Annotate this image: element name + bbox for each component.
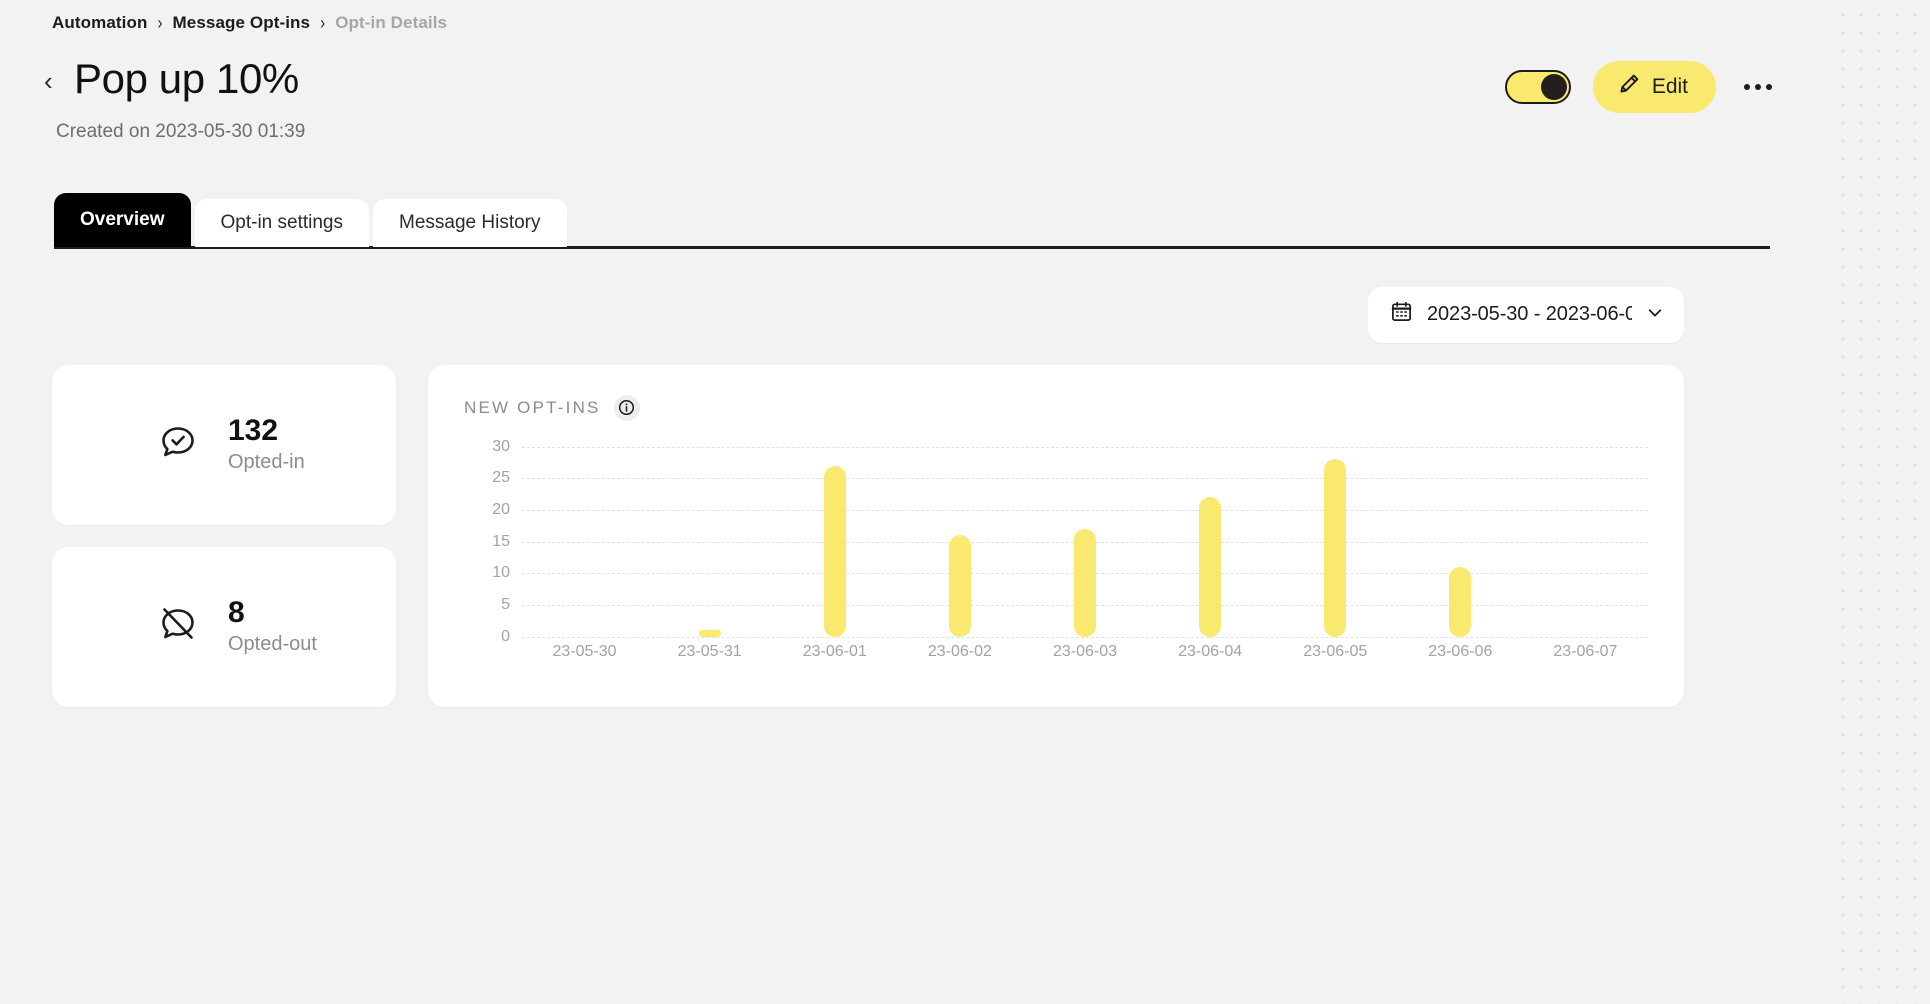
created-on-text: Created on 2023-05-30 01:39: [56, 121, 1778, 143]
speech-bubble-check-icon: [156, 420, 200, 469]
breadcrumb-item-message-opt-ins[interactable]: Message Opt-ins: [173, 13, 311, 33]
stat-value-opted-in: 132: [228, 415, 305, 447]
ellipsis-icon[interactable]: [1738, 76, 1778, 98]
chart-bar[interactable]: [1449, 567, 1471, 637]
gridline: [522, 637, 1648, 638]
tab-overview[interactable]: Overview: [54, 193, 191, 247]
x-axis-tick: 23-06-05: [1273, 643, 1398, 661]
header-actions: Edit: [1505, 61, 1778, 113]
bar-slot[interactable]: [522, 447, 647, 637]
edit-button[interactable]: Edit: [1593, 61, 1716, 113]
stat-label-opted-in: Opted-in: [228, 451, 305, 474]
y-axis-tick: 30: [492, 438, 510, 456]
calendar-icon: [1390, 300, 1413, 329]
new-opt-ins-chart-card: NEW OPT-INS 30 25 20 15 10 5 0 23-05-3023-05-3…: [428, 365, 1684, 707]
y-axis-tick: 5: [501, 596, 510, 614]
chevron-down-icon: [1646, 304, 1664, 326]
edit-button-label: Edit: [1652, 75, 1688, 99]
x-axis-tick: 23-05-30: [522, 643, 647, 661]
pencil-icon: [1617, 72, 1641, 102]
y-axis-tick: 10: [492, 564, 510, 582]
stat-label-opted-out: Opted-out: [228, 633, 317, 656]
bar-slot[interactable]: [647, 447, 772, 637]
ellipsis-dot: [1755, 84, 1761, 90]
tab-opt-in-settings[interactable]: Opt-in settings: [195, 199, 370, 247]
page-title: Pop up 10%: [74, 55, 299, 102]
bar-chart-plot: 302520151050 23-05-3023-05-3123-06-0123-…: [470, 447, 1648, 637]
ellipsis-dot: [1766, 84, 1772, 90]
stat-card-opted-out: 8 Opted-out: [52, 547, 396, 707]
chart-bar[interactable]: [1199, 497, 1221, 636]
chart-bar[interactable]: [1324, 459, 1346, 636]
x-axis-tick: 23-06-02: [897, 643, 1022, 661]
page-root: Automation › Message Opt-ins › Opt-in De…: [0, 0, 1830, 1004]
bar-slot[interactable]: [772, 447, 897, 637]
bar-slot[interactable]: [1022, 447, 1147, 637]
x-axis-tick: 23-06-01: [772, 643, 897, 661]
x-axis-tick: 23-06-03: [1022, 643, 1147, 661]
stat-value-opted-out: 8: [228, 597, 317, 629]
stats-column: 132 Opted-in 8 Opted-out: [52, 365, 396, 707]
y-axis-labels: 302520151050: [470, 447, 510, 637]
chevron-left-icon[interactable]: ‹: [44, 55, 70, 107]
tabs-container: Overview Opt-in settings Message History: [54, 193, 1770, 249]
chart-title: NEW OPT-INS: [464, 398, 601, 418]
x-axis-tick: 23-06-06: [1398, 643, 1523, 661]
ellipsis-dot: [1744, 84, 1750, 90]
x-axis-labels: 23-05-3023-05-3123-06-0123-06-0223-06-03…: [522, 643, 1648, 661]
y-axis-tick: 25: [492, 469, 510, 487]
info-circle-icon[interactable]: [614, 395, 640, 421]
chart-bar[interactable]: [699, 630, 721, 636]
y-axis-tick: 0: [501, 628, 510, 646]
decorative-dot-pattern: [1830, 0, 1930, 1004]
stat-card-opted-in: 132 Opted-in: [52, 365, 396, 525]
date-range-value: 2023-05-30 - 2023-06-0: [1427, 303, 1632, 326]
tab-opt-in-settings-label: Opt-in settings: [221, 212, 344, 234]
title-row: ‹ Pop up 10% Edit: [52, 55, 1778, 111]
y-axis-tick: 15: [492, 533, 510, 551]
chart-bar[interactable]: [1074, 529, 1096, 637]
status-toggle[interactable]: [1505, 70, 1571, 104]
datepicker-row: 2023-05-30 - 2023-06-0: [52, 287, 1778, 343]
breadcrumb-separator-icon: ›: [157, 12, 162, 33]
chart-bars: [522, 447, 1648, 637]
tab-message-history-label: Message History: [399, 212, 541, 234]
date-range-picker[interactable]: 2023-05-30 - 2023-06-0: [1368, 287, 1684, 343]
speech-bubble-slash-icon: [156, 602, 200, 651]
bar-slot[interactable]: [1523, 447, 1648, 637]
breadcrumb-item-opt-in-details: Opt-in Details: [335, 13, 447, 33]
tab-message-history[interactable]: Message History: [373, 199, 567, 247]
x-axis-tick: 23-06-04: [1148, 643, 1273, 661]
x-axis-tick: 23-06-07: [1523, 643, 1648, 661]
bar-slot[interactable]: [1148, 447, 1273, 637]
stat-text-group: 132 Opted-in: [228, 415, 305, 475]
chart-header: NEW OPT-INS: [464, 395, 1648, 421]
breadcrumb: Automation › Message Opt-ins › Opt-in De…: [52, 0, 1778, 33]
breadcrumb-item-automation[interactable]: Automation: [52, 13, 147, 33]
chart-bar[interactable]: [824, 466, 846, 637]
x-axis-tick: 23-05-31: [647, 643, 772, 661]
breadcrumb-separator-icon: ›: [320, 12, 325, 33]
bar-slot[interactable]: [1398, 447, 1523, 637]
toggle-knob: [1541, 74, 1567, 100]
chart-bar[interactable]: [949, 535, 971, 636]
stat-text-group: 8 Opted-out: [228, 597, 317, 657]
tab-list: Overview Opt-in settings Message History: [54, 193, 1770, 247]
overview-content: 132 Opted-in 8 Opted-out NEW: [52, 365, 1778, 707]
bar-slot[interactable]: [1273, 447, 1398, 637]
bar-slot[interactable]: [897, 447, 1022, 637]
tab-overview-label: Overview: [80, 209, 165, 231]
y-axis-tick: 20: [492, 501, 510, 519]
